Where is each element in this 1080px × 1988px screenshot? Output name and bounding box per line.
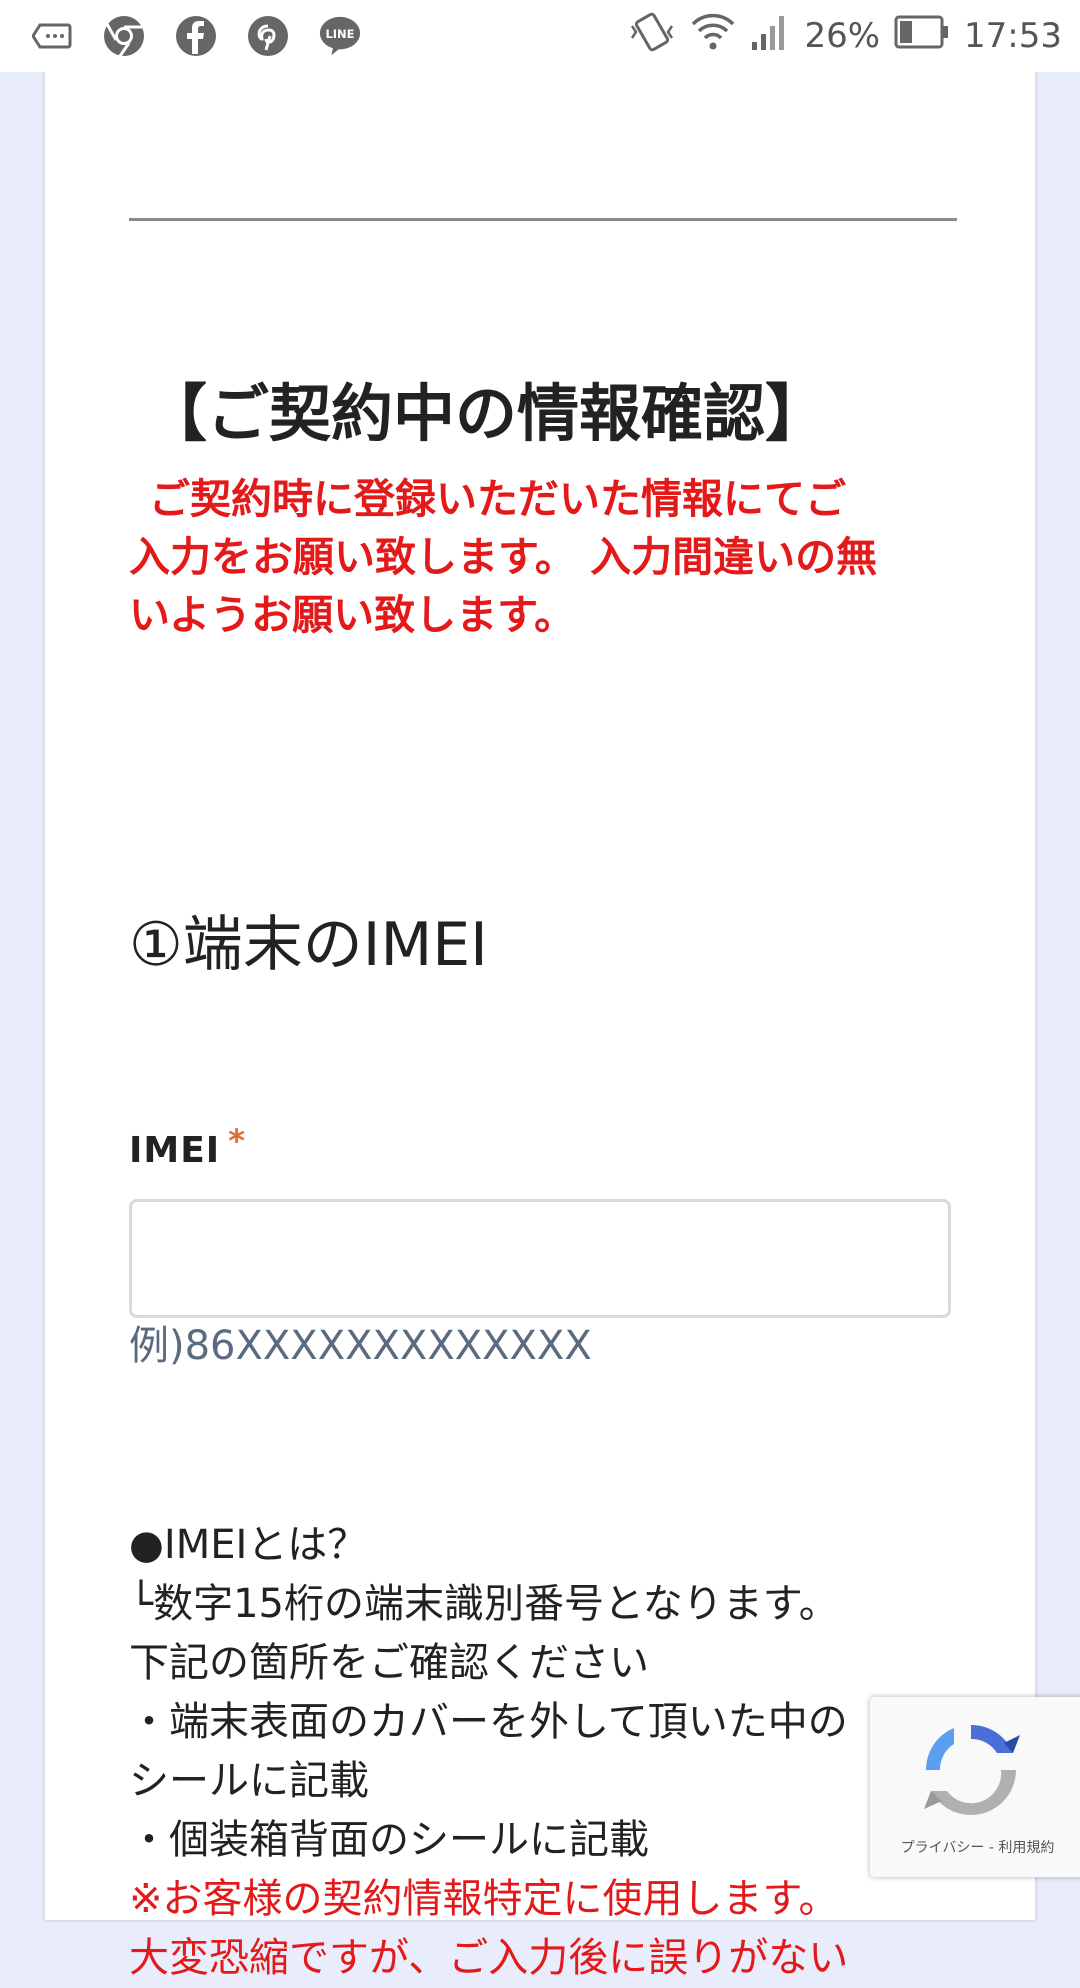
vibrate-icon: [628, 10, 676, 63]
imei-input[interactable]: [129, 1199, 951, 1318]
notice-line: いようお願い致します。: [129, 591, 576, 639]
recaptcha-badge[interactable]: プライバシー - 利用規約: [870, 1697, 1080, 1877]
warning-line: ※お客様の契約情報特定に使用します。: [129, 1876, 839, 1922]
signal-icon: [750, 12, 790, 61]
notice-line: 入力をお願い致します。 入力間違いの無: [129, 533, 878, 581]
description-line: ・個装箱背面のシールに記載: [129, 1817, 649, 1863]
battery-percent: 26%: [804, 16, 881, 56]
description-line: 下記の箇所をご確認ください: [129, 1640, 649, 1686]
status-bar: LINE 26% 17:53: [0, 0, 1080, 72]
wifi-icon: [690, 10, 736, 63]
tag-icon: [30, 14, 74, 58]
required-mark: *: [228, 1122, 246, 1160]
imei-label: IMEI *: [129, 1122, 246, 1171]
warning-line: 大変恐縮ですが、ご入力後に誤りがない: [129, 1935, 849, 1981]
line-icon: LINE: [318, 14, 362, 58]
battery-icon: [894, 15, 950, 58]
pinterest-icon: [246, 14, 290, 58]
clock: 17:53: [964, 16, 1062, 56]
description-line: ・端末表面のカバーを外して頂いた中の: [129, 1699, 848, 1745]
chrome-icon: [102, 14, 146, 58]
question-title: ①端末のIMEI: [129, 910, 488, 980]
section-heading: 【ご契約中の情報確認】: [145, 377, 828, 450]
description-line: ●IMEIとは？: [129, 1522, 368, 1568]
recaptcha-links[interactable]: プライバシー - 利用規約: [870, 1837, 1080, 1857]
imei-help-text: 例)86XXXXXXXXXXXXX: [129, 1323, 592, 1369]
imei-description: ●IMEIとは？ └数字15桁の端末識別番号となります。 下記の箇所をご確認くだ…: [129, 1516, 989, 1988]
svg-text:LINE: LINE: [325, 27, 354, 41]
recaptcha-icon: [916, 1715, 1026, 1825]
section-divider: [129, 218, 957, 221]
notice-line: ご契約時に登録いただいた情報にてご: [149, 475, 846, 523]
form-card: 【ご契約中の情報確認】 ご契約時に登録いただいた情報にてご 入力をお願い致します…: [45, 72, 1035, 1981]
notice-text: ご契約時に登録いただいた情報にてご 入力をお願い致します。 入力間違いの無 いよ…: [129, 470, 965, 644]
description-line: シールに記載: [129, 1758, 369, 1804]
facebook-icon: [174, 14, 218, 58]
description-line: └数字15桁の端末識別番号となります。: [129, 1581, 839, 1627]
imei-label-text: IMEI: [129, 1130, 221, 1171]
